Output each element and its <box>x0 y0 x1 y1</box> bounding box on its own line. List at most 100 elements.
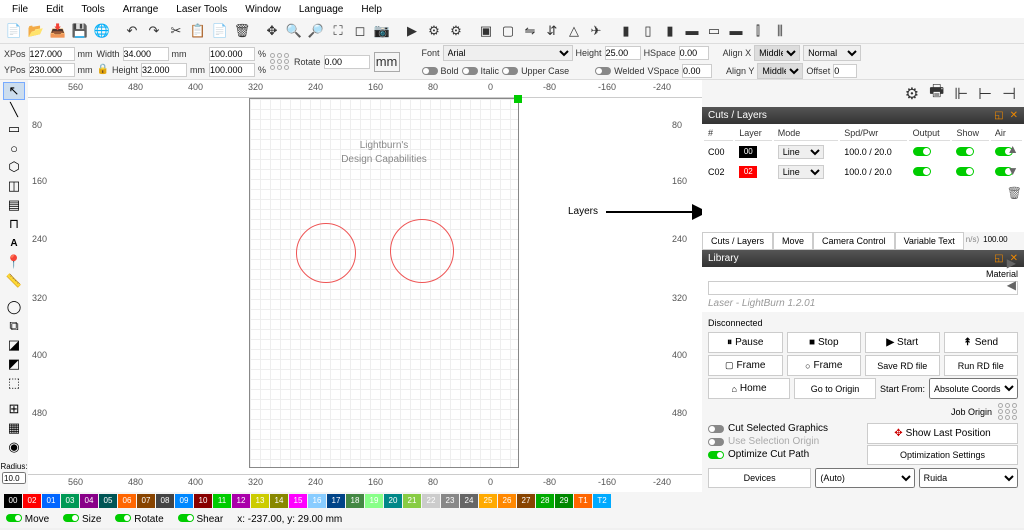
measure-tool[interactable]: 📏 <box>3 272 25 290</box>
color-swatch-T2[interactable]: T2 <box>593 494 611 508</box>
color-swatch-27[interactable]: 27 <box>517 494 535 508</box>
color-swatch-03[interactable]: 03 <box>61 494 79 508</box>
menu-help[interactable]: Help <box>353 2 390 17</box>
layer-right-icon[interactable]: ▶ <box>1007 256 1022 270</box>
usesel-toggle[interactable] <box>708 438 724 446</box>
offset-tool[interactable]: ◯ <box>3 298 25 316</box>
runrd-button[interactable]: Run RD file <box>944 355 1019 376</box>
color-swatch-12[interactable]: 12 <box>232 494 250 508</box>
color-swatch-T1[interactable]: T1 <box>574 494 592 508</box>
delete-icon[interactable]: 🗑 <box>232 21 252 41</box>
printer-icon[interactable]: 🖶 <box>929 80 944 107</box>
alignt-icon[interactable]: ▬ <box>682 21 702 41</box>
disth-icon[interactable]: ⫼ <box>770 21 790 41</box>
home-button[interactable]: ⌂Home <box>708 378 790 399</box>
pcth-input[interactable] <box>209 63 255 77</box>
color-swatch-28[interactable]: 28 <box>536 494 554 508</box>
zoomsel-icon[interactable]: ◻ <box>350 21 370 41</box>
color-swatch-14[interactable]: 14 <box>270 494 288 508</box>
color-swatch-04[interactable]: 04 <box>80 494 98 508</box>
color-swatch-06[interactable]: 06 <box>118 494 136 508</box>
layer-row[interactable]: C02 02 Line 100.0 / 20.0 <box>704 163 1022 181</box>
ungroup-icon[interactable]: ▢ <box>498 21 518 41</box>
flipv-icon[interactable]: ⇵ <box>542 21 562 41</box>
weld-tool[interactable]: ⧉ <box>3 317 25 335</box>
undock-icon[interactable]: ◱ <box>994 253 1003 264</box>
canvas-text[interactable]: Lightburn's Design Capabilities <box>250 139 518 167</box>
alignl-icon[interactable]: ▮ <box>616 21 636 41</box>
library-input[interactable] <box>708 281 1018 295</box>
layer-up-icon[interactable]: ▲ <box>1007 142 1022 156</box>
zoomfit-icon[interactable]: ⛶ <box>328 21 348 41</box>
output-toggle[interactable] <box>913 147 931 156</box>
color-swatch-17[interactable]: 17 <box>327 494 345 508</box>
color-swatch-08[interactable]: 08 <box>156 494 174 508</box>
layer-color[interactable]: 02 <box>739 166 757 178</box>
nodeedit-tool[interactable]: ◫ <box>3 177 25 195</box>
color-swatch-05[interactable]: 05 <box>99 494 117 508</box>
settings-icon[interactable]: ⚙ <box>424 21 444 41</box>
color-swatch-18[interactable]: 18 <box>346 494 364 508</box>
boolean-tool[interactable]: ◪ <box>3 336 25 354</box>
color-swatch-24[interactable]: 24 <box>460 494 478 508</box>
rotate-input[interactable] <box>324 55 370 69</box>
welded-toggle[interactable] <box>595 67 611 75</box>
color-swatch-19[interactable]: 19 <box>365 494 383 508</box>
bold-toggle[interactable] <box>422 67 438 75</box>
color-swatch-22[interactable]: 22 <box>422 494 440 508</box>
size-toggle[interactable] <box>63 514 79 522</box>
frame2-button[interactable]: ○Frame <box>787 355 862 376</box>
layer-mode-select[interactable]: Line <box>778 165 824 179</box>
optpath-toggle[interactable] <box>708 451 724 459</box>
color-swatch-23[interactable]: 23 <box>441 494 459 508</box>
color-swatch-00[interactable]: 00 <box>4 494 22 508</box>
unit-button[interactable]: mm <box>374 52 400 72</box>
italic-toggle[interactable] <box>462 67 478 75</box>
xpos-input[interactable] <box>29 47 75 61</box>
align-icon1[interactable]: ⊩ <box>954 84 968 104</box>
shear-toggle[interactable] <box>178 514 194 522</box>
copy-icon[interactable]: 📋 <box>188 21 208 41</box>
offset-input[interactable] <box>833 64 857 78</box>
alignc-icon[interactable]: ▯ <box>638 21 658 41</box>
menu-file[interactable]: File <box>4 2 36 17</box>
pctw-input[interactable] <box>209 47 255 61</box>
grid-tool[interactable]: ⊞ <box>3 400 25 418</box>
devicesettings-icon[interactable]: ⚙ <box>446 21 466 41</box>
paste-icon[interactable]: 📄 <box>210 21 230 41</box>
barcode-tool[interactable]: ▤ <box>3 196 25 214</box>
radius-input[interactable] <box>2 472 26 484</box>
cut-icon[interactable]: ✂ <box>166 21 186 41</box>
alignb-icon[interactable]: ▬ <box>726 21 746 41</box>
tab-move[interactable]: Move <box>773 232 813 250</box>
globe-icon[interactable]: 🌐 <box>92 21 112 41</box>
layer-row[interactable]: C00 00 Line 100.0 / 20.0 <box>704 143 1022 161</box>
open-icon[interactable]: 📂 <box>26 21 46 41</box>
color-swatch-16[interactable]: 16 <box>308 494 326 508</box>
layer-color[interactable]: 00 <box>739 146 757 158</box>
show-toggle[interactable] <box>956 167 974 176</box>
menu-edit[interactable]: Edit <box>38 2 71 17</box>
color-swatch-11[interactable]: 11 <box>213 494 231 508</box>
height-input[interactable] <box>141 63 187 77</box>
boolean3-tool[interactable]: ⬚ <box>3 374 25 392</box>
menu-language[interactable]: Language <box>291 2 352 17</box>
ypos-input[interactable] <box>29 63 75 77</box>
preview-icon[interactable]: ▶ <box>402 21 422 41</box>
select-tool[interactable]: ↖ <box>3 82 25 100</box>
redo-icon[interactable]: ↷ <box>144 21 164 41</box>
vspace-input[interactable] <box>682 64 712 78</box>
startfrom-select[interactable]: Absolute Coords <box>929 378 1018 399</box>
camera-icon[interactable]: 📷 <box>372 21 392 41</box>
hspace-input[interactable] <box>679 46 709 60</box>
optset-button[interactable]: Optimization Settings <box>867 445 1018 465</box>
array-tool[interactable]: ▦ <box>3 419 25 437</box>
text-tool[interactable]: A <box>3 234 25 252</box>
send-icon[interactable]: ✈ <box>586 21 606 41</box>
rotary-icon[interactable]: ⚙ <box>905 84 919 104</box>
menu-arrange[interactable]: Arrange <box>115 2 167 17</box>
menu-tools[interactable]: Tools <box>73 2 112 17</box>
align-icon2[interactable]: ⊢ <box>978 84 992 104</box>
cutsel-toggle[interactable] <box>708 425 724 433</box>
alignm-icon[interactable]: ▭ <box>704 21 724 41</box>
